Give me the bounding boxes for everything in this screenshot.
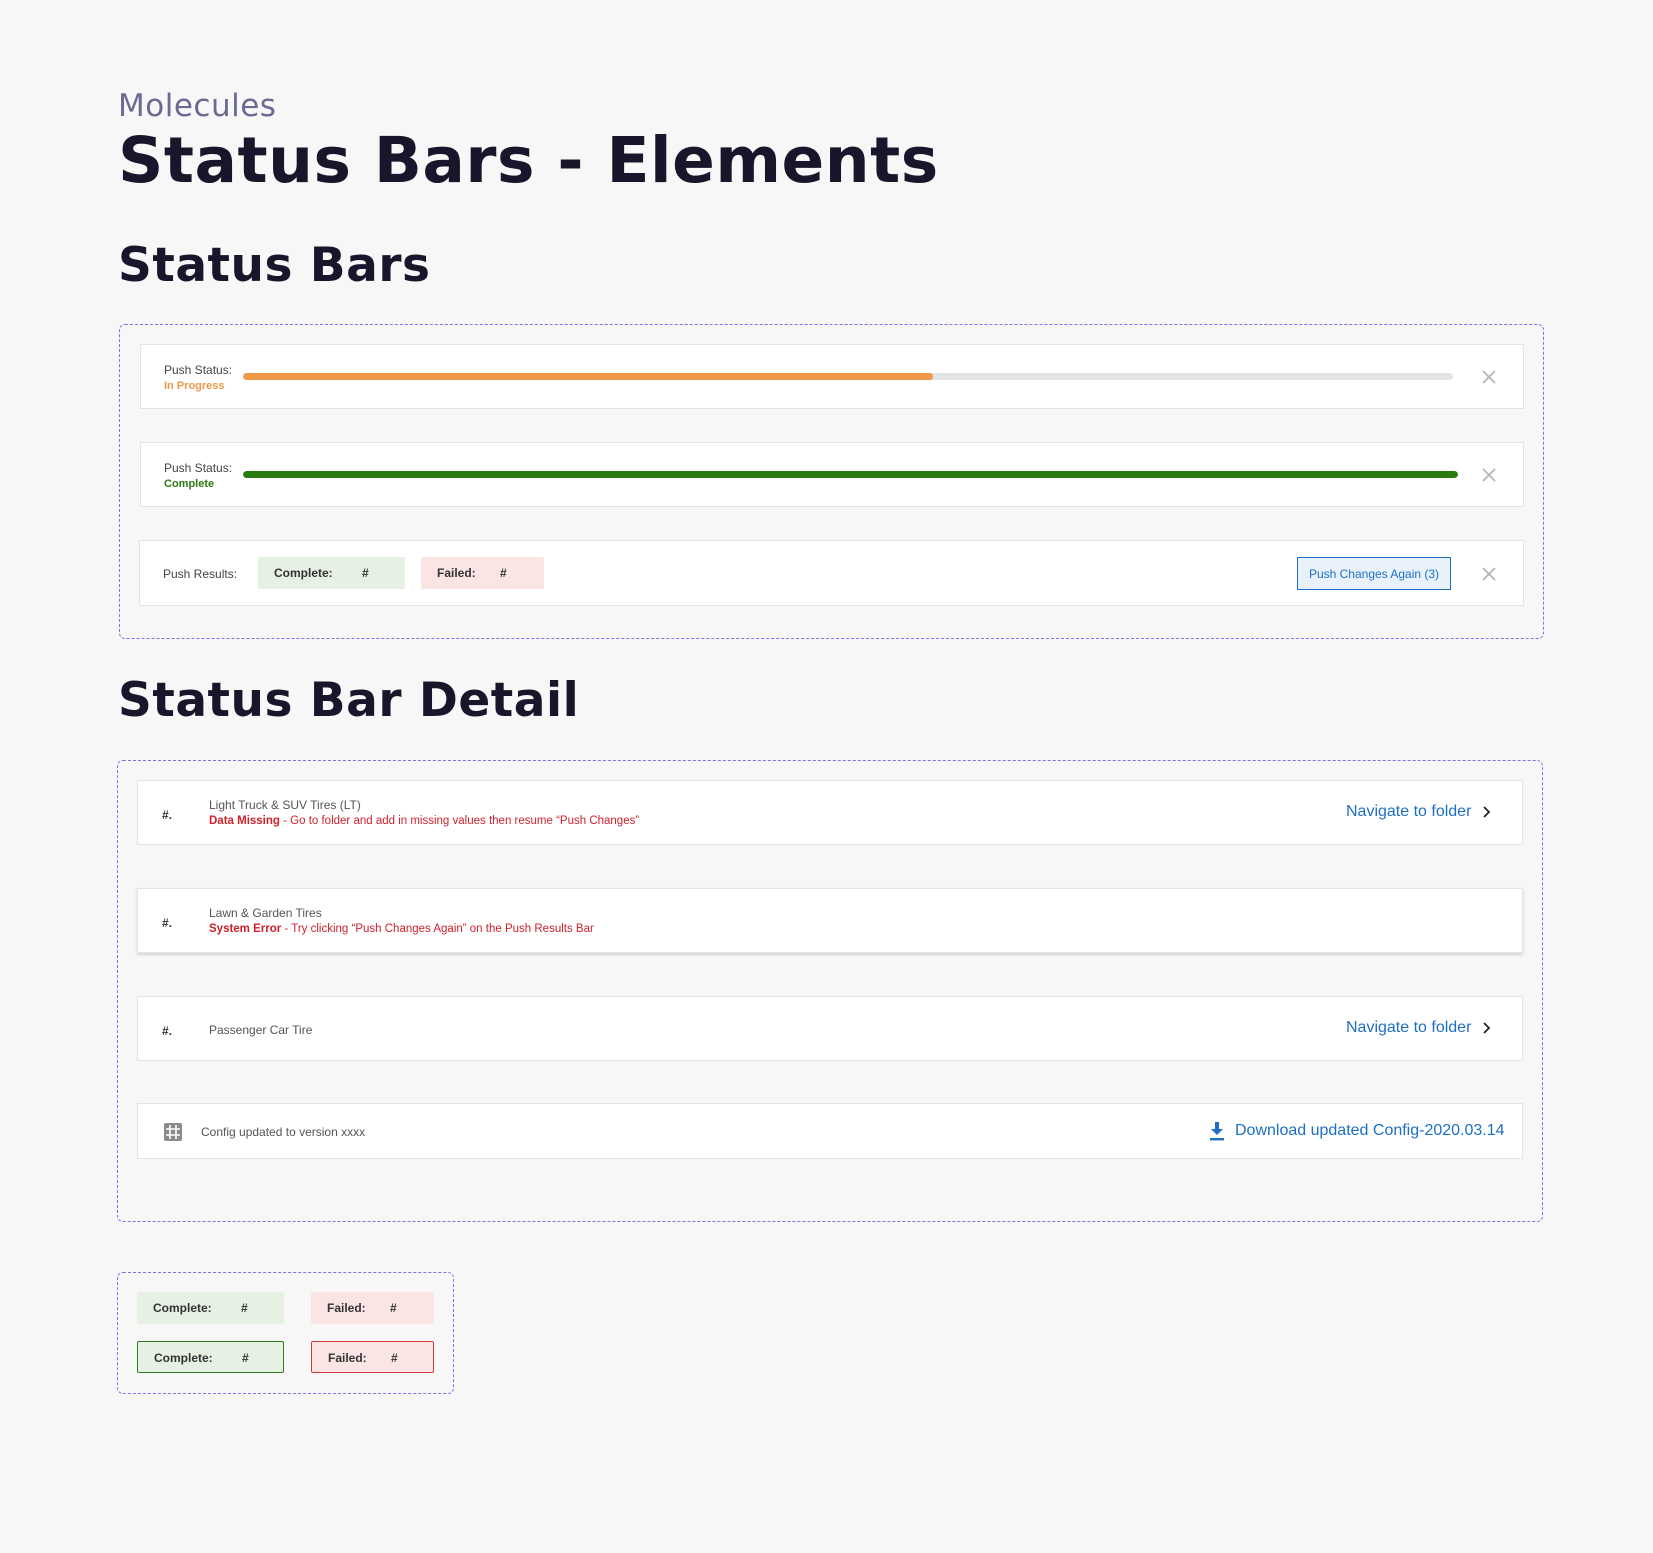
row-number: #. — [162, 808, 173, 822]
pill-label: Failed: — [437, 566, 476, 580]
navigate-to-folder-link[interactable]: Navigate to folder — [1346, 803, 1491, 821]
push-changes-again-button[interactable]: Push Changes Again (3) — [1297, 557, 1451, 590]
pill-count: # — [362, 566, 369, 580]
download-label: Download updated Config-2020.03.14 — [1235, 1122, 1505, 1139]
close-icon[interactable] — [1480, 565, 1498, 583]
link-label: Navigate to folder — [1346, 1019, 1472, 1036]
page-eyebrow: Molecules — [118, 88, 277, 124]
pill-states-frame — [117, 1272, 454, 1394]
progress-track — [243, 373, 1453, 380]
progress-fill — [243, 471, 1458, 478]
page-title: Status Bars - Elements — [118, 124, 939, 197]
failed-pill-default: Failed: # — [311, 1292, 434, 1324]
pill-label: Complete: — [153, 1301, 212, 1315]
detail-row: #. Passenger Car Tire Navigate to folder — [137, 996, 1523, 1061]
navigate-to-folder-link[interactable]: Navigate to folder — [1346, 1019, 1491, 1037]
pill-label: Failed: — [328, 1351, 367, 1365]
detail-row: #. Light Truck & SUV Tires (LT) Data Mis… — [137, 780, 1523, 845]
push-results-label: Push Results: — [163, 567, 238, 581]
chevron-right-icon — [1483, 1022, 1491, 1034]
error-message: - Try clicking “Push Changes Again” on t… — [281, 923, 594, 935]
link-label: Navigate to folder — [1346, 803, 1472, 820]
failed-count-pill: Failed: # — [421, 557, 544, 589]
pill-label: Failed: — [327, 1301, 366, 1315]
error-type: System Error — [209, 923, 282, 935]
row-title: Light Truck & SUV Tires (LT) — [209, 798, 361, 812]
close-icon[interactable] — [1480, 466, 1498, 484]
pill-count: # — [242, 1351, 249, 1365]
push-status-label: Push Status: — [164, 363, 233, 377]
pill-count: # — [500, 566, 507, 580]
download-config-link[interactable]: Download updated Config-2020.03.14 — [1209, 1121, 1505, 1141]
complete-pill-selected[interactable]: Complete: # — [137, 1341, 284, 1373]
push-status-value: Complete — [164, 478, 215, 490]
row-number: #. — [162, 1024, 173, 1038]
pill-label: Complete: — [274, 566, 333, 580]
pill-label: Complete: — [154, 1351, 213, 1365]
pill-count: # — [391, 1351, 398, 1365]
complete-count-pill: Complete: # — [258, 557, 405, 589]
failed-pill-selected[interactable]: Failed: # — [311, 1341, 434, 1373]
push-results-bar: Push Results: Complete: # Failed: # Push… — [139, 540, 1524, 606]
row-title: Lawn & Garden Tires — [209, 906, 322, 920]
download-icon — [1210, 1122, 1224, 1141]
chevron-right-icon — [1483, 806, 1491, 818]
pill-count: # — [241, 1301, 248, 1315]
error-type: Data Missing — [209, 815, 280, 827]
complete-pill-default: Complete: # — [137, 1292, 284, 1324]
detail-row: #. Lawn & Garden Tires System Error - Tr… — [137, 888, 1523, 953]
config-row: Config updated to version xxxx Download … — [137, 1103, 1523, 1159]
push-status-label: Push Status: — [164, 461, 233, 475]
section-title-status-bar-detail: Status Bar Detail — [118, 673, 580, 728]
config-text: Config updated to version xxxx — [201, 1125, 366, 1139]
grid-icon — [164, 1123, 182, 1141]
push-status-bar-in-progress: Push Status: In Progress — [140, 344, 1524, 409]
pill-count: # — [390, 1301, 397, 1315]
row-number: #. — [162, 916, 173, 930]
row-error: Data Missing - Go to folder and add in m… — [209, 815, 639, 827]
row-error: System Error - Try clicking “Push Change… — [209, 923, 594, 935]
row-title: Passenger Car Tire — [209, 1023, 313, 1037]
push-status-value: In Progress — [164, 380, 225, 392]
progress-fill — [243, 373, 933, 380]
error-message: - Go to folder and add in missing values… — [279, 815, 640, 827]
push-status-bar-complete: Push Status: Complete — [140, 442, 1524, 507]
close-icon[interactable] — [1480, 368, 1498, 386]
section-title-status-bars: Status Bars — [118, 238, 431, 293]
progress-track — [243, 471, 1458, 478]
